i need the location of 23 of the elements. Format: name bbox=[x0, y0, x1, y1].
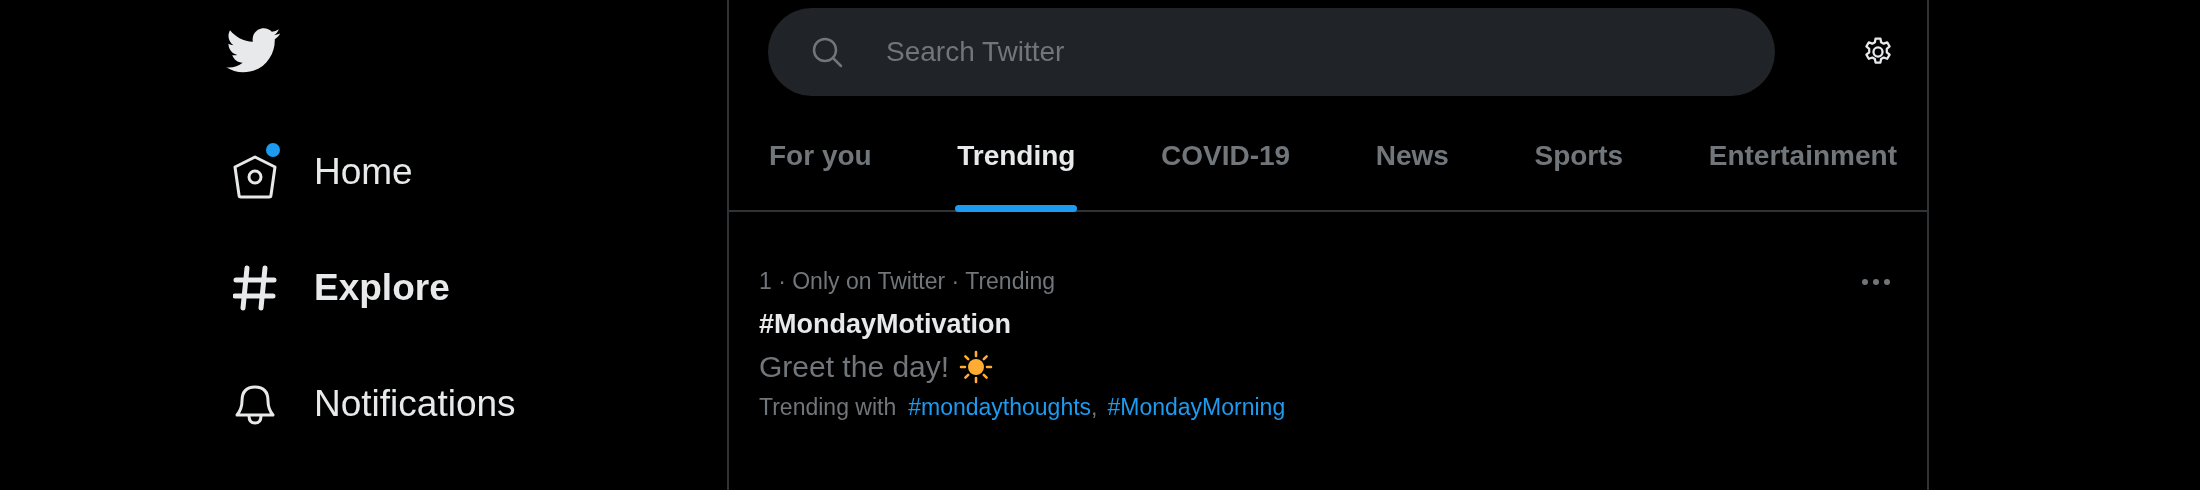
more-icon[interactable] bbox=[1861, 277, 1891, 286]
nav-item[interactable]: Notifications bbox=[222, 374, 516, 433]
search-icon bbox=[810, 35, 844, 69]
nav-item[interactable]: Explore bbox=[222, 258, 450, 318]
trend-description: Greet the day! bbox=[759, 350, 950, 384]
trend-meta: 1 · Only on Twitter · Trending bbox=[759, 268, 1056, 295]
tab[interactable]: For you bbox=[767, 140, 874, 212]
tab[interactable]: COVID-19 bbox=[1159, 140, 1293, 212]
tab[interactable]: Trending bbox=[955, 140, 1078, 212]
hashtag-link[interactable]: #MondayMorning bbox=[1107, 394, 1286, 421]
comma-separator: , bbox=[1091, 394, 1098, 421]
tab[interactable]: News bbox=[1373, 140, 1451, 212]
nav-item[interactable]: Home bbox=[222, 142, 413, 202]
tab[interactable]: Sports bbox=[1532, 140, 1626, 212]
search-field[interactable]: Search Twitter bbox=[768, 8, 1775, 96]
trend-hashtag[interactable]: #MondayMotivation bbox=[759, 309, 1011, 340]
hashtag-link[interactable]: #mondaythoughts bbox=[908, 394, 1092, 421]
hashtag-icon bbox=[233, 264, 277, 311]
trending-with-label: Trending with bbox=[759, 394, 897, 421]
bird-logo-icon[interactable] bbox=[226, 28, 282, 74]
sun-icon bbox=[959, 350, 994, 384]
notification-dot bbox=[266, 142, 280, 157]
tab[interactable]: Entertainment bbox=[1706, 140, 1899, 212]
